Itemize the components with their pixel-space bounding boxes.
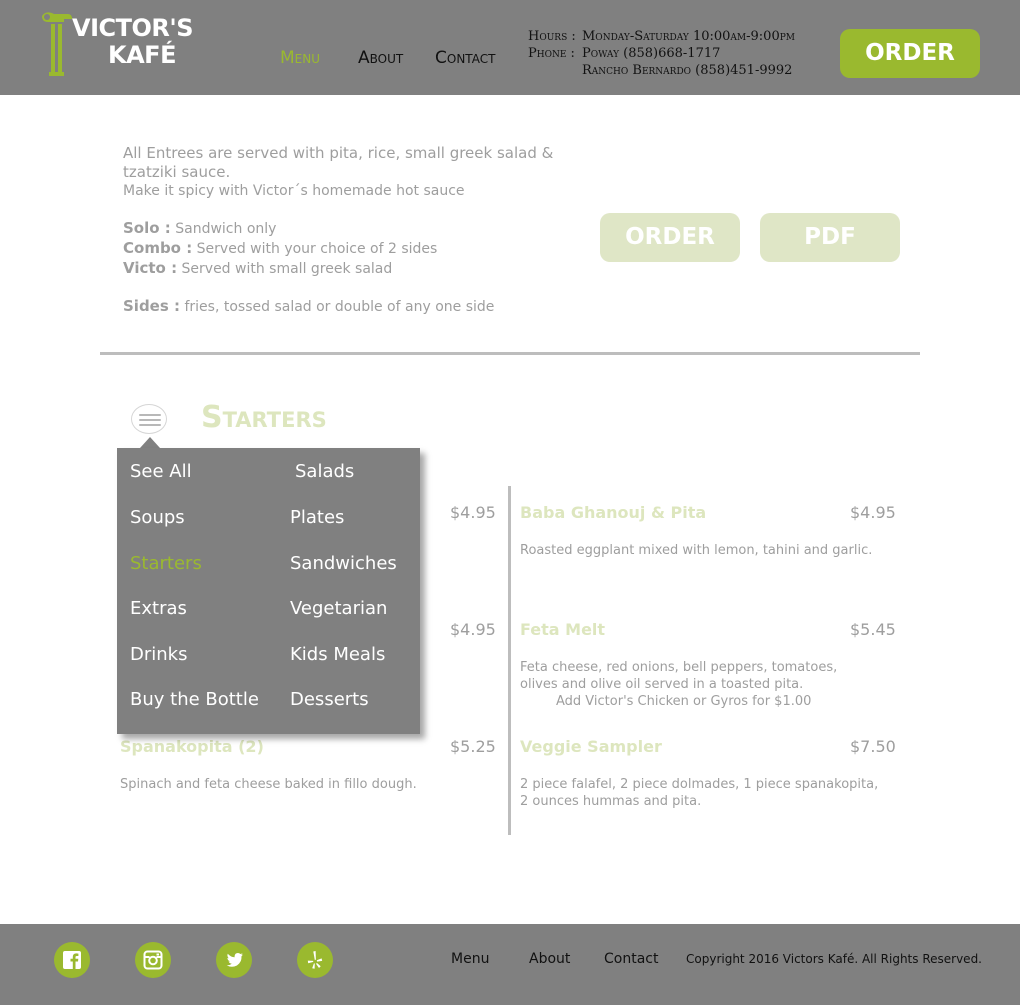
column-divider (508, 486, 511, 835)
item-description: olives and olive oil served in a toasted… (520, 677, 804, 692)
category-see-all[interactable]: See All (130, 461, 192, 482)
yelp-icon (307, 951, 323, 969)
nav-menu[interactable]: Menu (280, 48, 320, 68)
item-description: Feta cheese, red onions, bell peppers, t… (520, 660, 838, 675)
menu-intro: All Entrees are served with pita, rice, … (123, 144, 593, 317)
header-order-button[interactable]: ORDER (840, 29, 980, 78)
item-price: $5.25 (450, 737, 496, 756)
yelp-link[interactable] (297, 942, 333, 978)
hamburger-menu-icon (139, 414, 161, 416)
item-description: Roasted eggplant mixed with lemon, tahin… (520, 543, 873, 558)
category-buy-the-bottle[interactable]: Buy the Bottle (130, 689, 259, 710)
item-name: Spanakopita (2) (120, 737, 264, 756)
instagram-link[interactable] (135, 942, 171, 978)
twitter-icon (226, 953, 243, 967)
category-drinks[interactable]: Drinks (130, 644, 187, 665)
footer-link-menu[interactable]: Menu (451, 951, 489, 967)
category-extras[interactable]: Extras (130, 598, 187, 619)
hours-value: Monday-Saturday 10:00am-9:00pm (582, 29, 795, 44)
item-price: $5.45 (850, 620, 896, 639)
instagram-icon (143, 950, 163, 970)
copyright: Copyright 2016 Victors Kafé. All Rights … (686, 952, 982, 966)
phone-rancho-bernardo[interactable]: Rancho Bernardo (858)451-9992 (582, 62, 792, 79)
twitter-link[interactable] (216, 942, 252, 978)
item-name: Veggie Sampler (520, 737, 662, 756)
site-header: VICTOR'S KAFÉ Menu About Contact Hours :… (0, 0, 1020, 95)
victo-label: Victo : (123, 259, 178, 277)
item-price: $4.95 (850, 503, 896, 522)
combo-text: Served with your choice of 2 sides (192, 241, 438, 257)
pdf-button[interactable]: PDF (760, 213, 900, 262)
item-price: $4.95 (450, 620, 496, 639)
item-price: $7.50 (850, 737, 896, 756)
facebook-icon (63, 951, 81, 969)
section-divider (100, 352, 920, 355)
intro-line2: Make it spicy with Victor´s homemade hot… (123, 183, 465, 199)
sides-text: fries, tossed salad or double of any one… (180, 299, 495, 315)
intro-line1: All Entrees are served with pita, rice, … (123, 144, 554, 181)
category-menu-toggle[interactable] (131, 404, 167, 434)
logo-text-line2: KAFÉ (108, 41, 176, 69)
logo[interactable]: VICTOR'S KAFÉ (40, 10, 194, 80)
category-dropdown: See All Soups Starters Extras Drinks Buy… (117, 448, 420, 734)
facebook-link[interactable] (54, 942, 90, 978)
section-title: Starters (201, 400, 327, 435)
hours-label: Hours : (528, 29, 576, 44)
item-price: $4.95 (450, 503, 496, 522)
phone-label: Phone : (528, 46, 575, 61)
item-addon: Add Victor's Chicken or Gyros for $1.00 (556, 694, 812, 709)
nav-contact[interactable]: Contact (435, 48, 495, 68)
category-salads[interactable]: Salads (295, 461, 354, 482)
combo-label: Combo : (123, 239, 193, 257)
solo-label: Solo : (123, 219, 171, 237)
category-sandwiches[interactable]: Sandwiches (290, 553, 397, 574)
footer-link-about[interactable]: About (529, 951, 570, 967)
category-kids-meals[interactable]: Kids Meals (290, 644, 385, 665)
item-description: 2 ounces hummas and pita. (520, 794, 702, 809)
category-plates[interactable]: Plates (290, 507, 344, 528)
item-name: Baba Ghanouj & Pita (520, 503, 707, 522)
category-starters[interactable]: Starters (130, 553, 202, 574)
item-name: Feta Melt (520, 620, 606, 639)
nav-about[interactable]: About (358, 48, 403, 68)
dropdown-caret (140, 437, 160, 448)
category-soups[interactable]: Soups (130, 507, 185, 528)
solo-text: Sandwich only (170, 221, 277, 237)
victo-text: Served with small greek salad (177, 261, 393, 277)
item-description: 2 piece falafel, 2 piece dolmades, 1 pie… (520, 777, 879, 792)
order-button[interactable]: ORDER (600, 213, 740, 262)
footer-link-contact[interactable]: Contact (604, 951, 658, 967)
logo-text-line1: VICTOR'S (72, 14, 194, 42)
phone-poway[interactable]: Poway (858)668-1717 (582, 45, 720, 62)
column-logo-icon (42, 12, 72, 76)
sides-label: Sides : (123, 297, 181, 315)
category-vegetarian[interactable]: Vegetarian (290, 598, 387, 619)
item-description: Spinach and feta cheese baked in fillo d… (120, 777, 417, 792)
category-desserts[interactable]: Desserts (290, 689, 369, 710)
